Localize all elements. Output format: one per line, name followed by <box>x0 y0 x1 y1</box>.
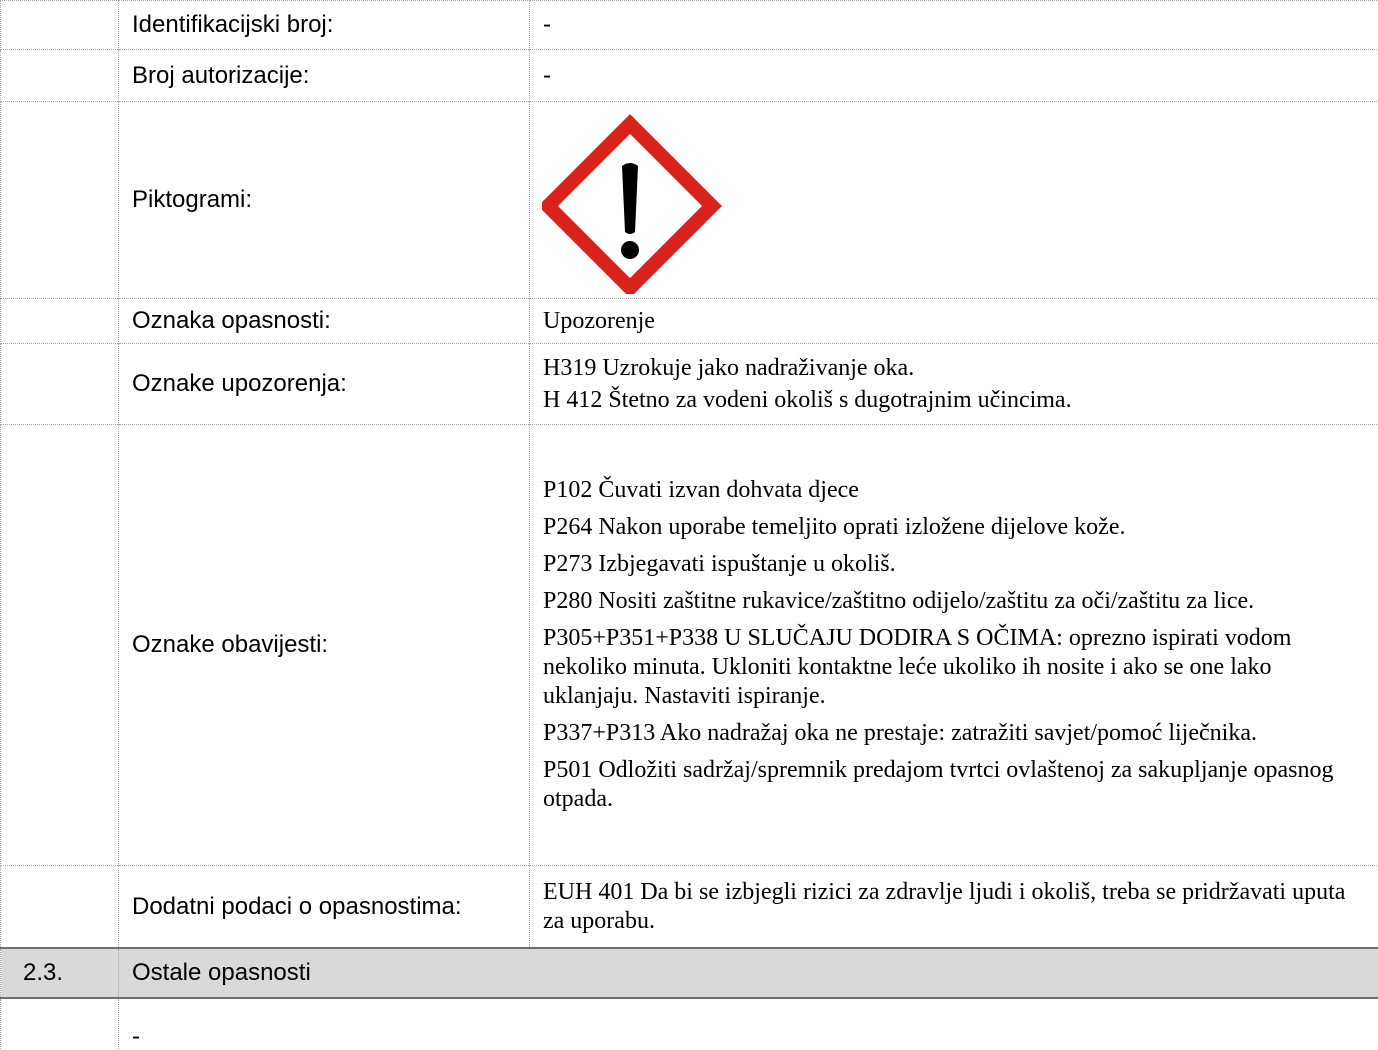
authorization-label: Broj autorizacije: <box>119 50 530 102</box>
identification-value: - <box>530 1 1378 50</box>
hazard-statement: H319 Uzrokuje jako nadraživanje oka. <box>543 354 1361 383</box>
table-row: Broj autorizacije: - <box>1 50 1378 102</box>
number-cell <box>1 102 119 299</box>
signal-word-label: Oznaka opasnosti: <box>119 299 530 344</box>
precautionary-statement: P305+P351+P338 U SLUČAJU DODIRA S OČIMA:… <box>543 624 1361 711</box>
exclamation-mark-hazard-icon <box>542 114 722 294</box>
precautionary-statement: P264 Nakon uporabe temeljito oprati izlo… <box>543 513 1361 542</box>
hazard-classification-table: Identifikacijski broj: - Broj autorizaci… <box>0 0 1378 1049</box>
section-header-row: 2.3. Ostale opasnosti <box>1 948 1378 998</box>
precautionary-statement: P280 Nositi zaštitne rukavice/zaštitno o… <box>543 587 1361 616</box>
section-title: Ostale opasnosti <box>119 948 1378 998</box>
section-number: 2.3. <box>1 948 119 998</box>
table-row: Piktogrami: <box>1 102 1378 299</box>
precautionary-statement: P273 Izbjegavati ispuštanje u okoliš. <box>543 550 1361 579</box>
hazard-statement: H 412 Štetno za vodeni okoliš s dugotraj… <box>543 386 1361 415</box>
pictograms-value <box>530 102 1378 299</box>
number-cell <box>1 425 119 866</box>
precautionary-statements-label: Oznake obavijesti: <box>119 425 530 866</box>
table-row: Oznake obavijesti: P102 Čuvati izvan doh… <box>1 425 1378 866</box>
supplemental-hazard-label: Dodatni podaci o opasnostima: <box>119 866 530 949</box>
table-row: Oznake upozorenja: H319 Uzrokuje jako na… <box>1 344 1378 425</box>
pictograms-label: Piktogrami: <box>119 102 530 299</box>
identification-label: Identifikacijski broj: <box>119 1 530 50</box>
number-cell <box>1 1 119 50</box>
precautionary-statements-value: P102 Čuvati izvan dohvata djece P264 Nak… <box>530 425 1378 866</box>
other-hazards-value: - <box>119 998 1378 1049</box>
table-row: Identifikacijski broj: - <box>1 1 1378 50</box>
number-cell <box>1 866 119 949</box>
number-cell <box>1 50 119 102</box>
authorization-value: - <box>530 50 1378 102</box>
table-row: - <box>1 998 1378 1049</box>
hazard-statements-label: Oznake upozorenja: <box>119 344 530 425</box>
number-cell <box>1 998 119 1049</box>
precautionary-statement: P501 Odložiti sadržaj/spremnik predajom … <box>543 756 1361 814</box>
number-cell <box>1 344 119 425</box>
precautionary-statement: P102 Čuvati izvan dohvata djece <box>543 476 1361 505</box>
hazard-statements-value: H319 Uzrokuje jako nadraživanje oka. H 4… <box>530 344 1378 425</box>
supplemental-hazard-value: EUH 401 Da bi se izbjegli rizici za zdra… <box>530 866 1378 949</box>
table-row: Dodatni podaci o opasnostima: EUH 401 Da… <box>1 866 1378 949</box>
table-row: Oznaka opasnosti: Upozorenje <box>1 299 1378 344</box>
precautionary-statement: P337+P313 Ako nadražaj oka ne prestaje: … <box>543 719 1361 748</box>
number-cell <box>1 299 119 344</box>
signal-word-value: Upozorenje <box>530 299 1378 344</box>
